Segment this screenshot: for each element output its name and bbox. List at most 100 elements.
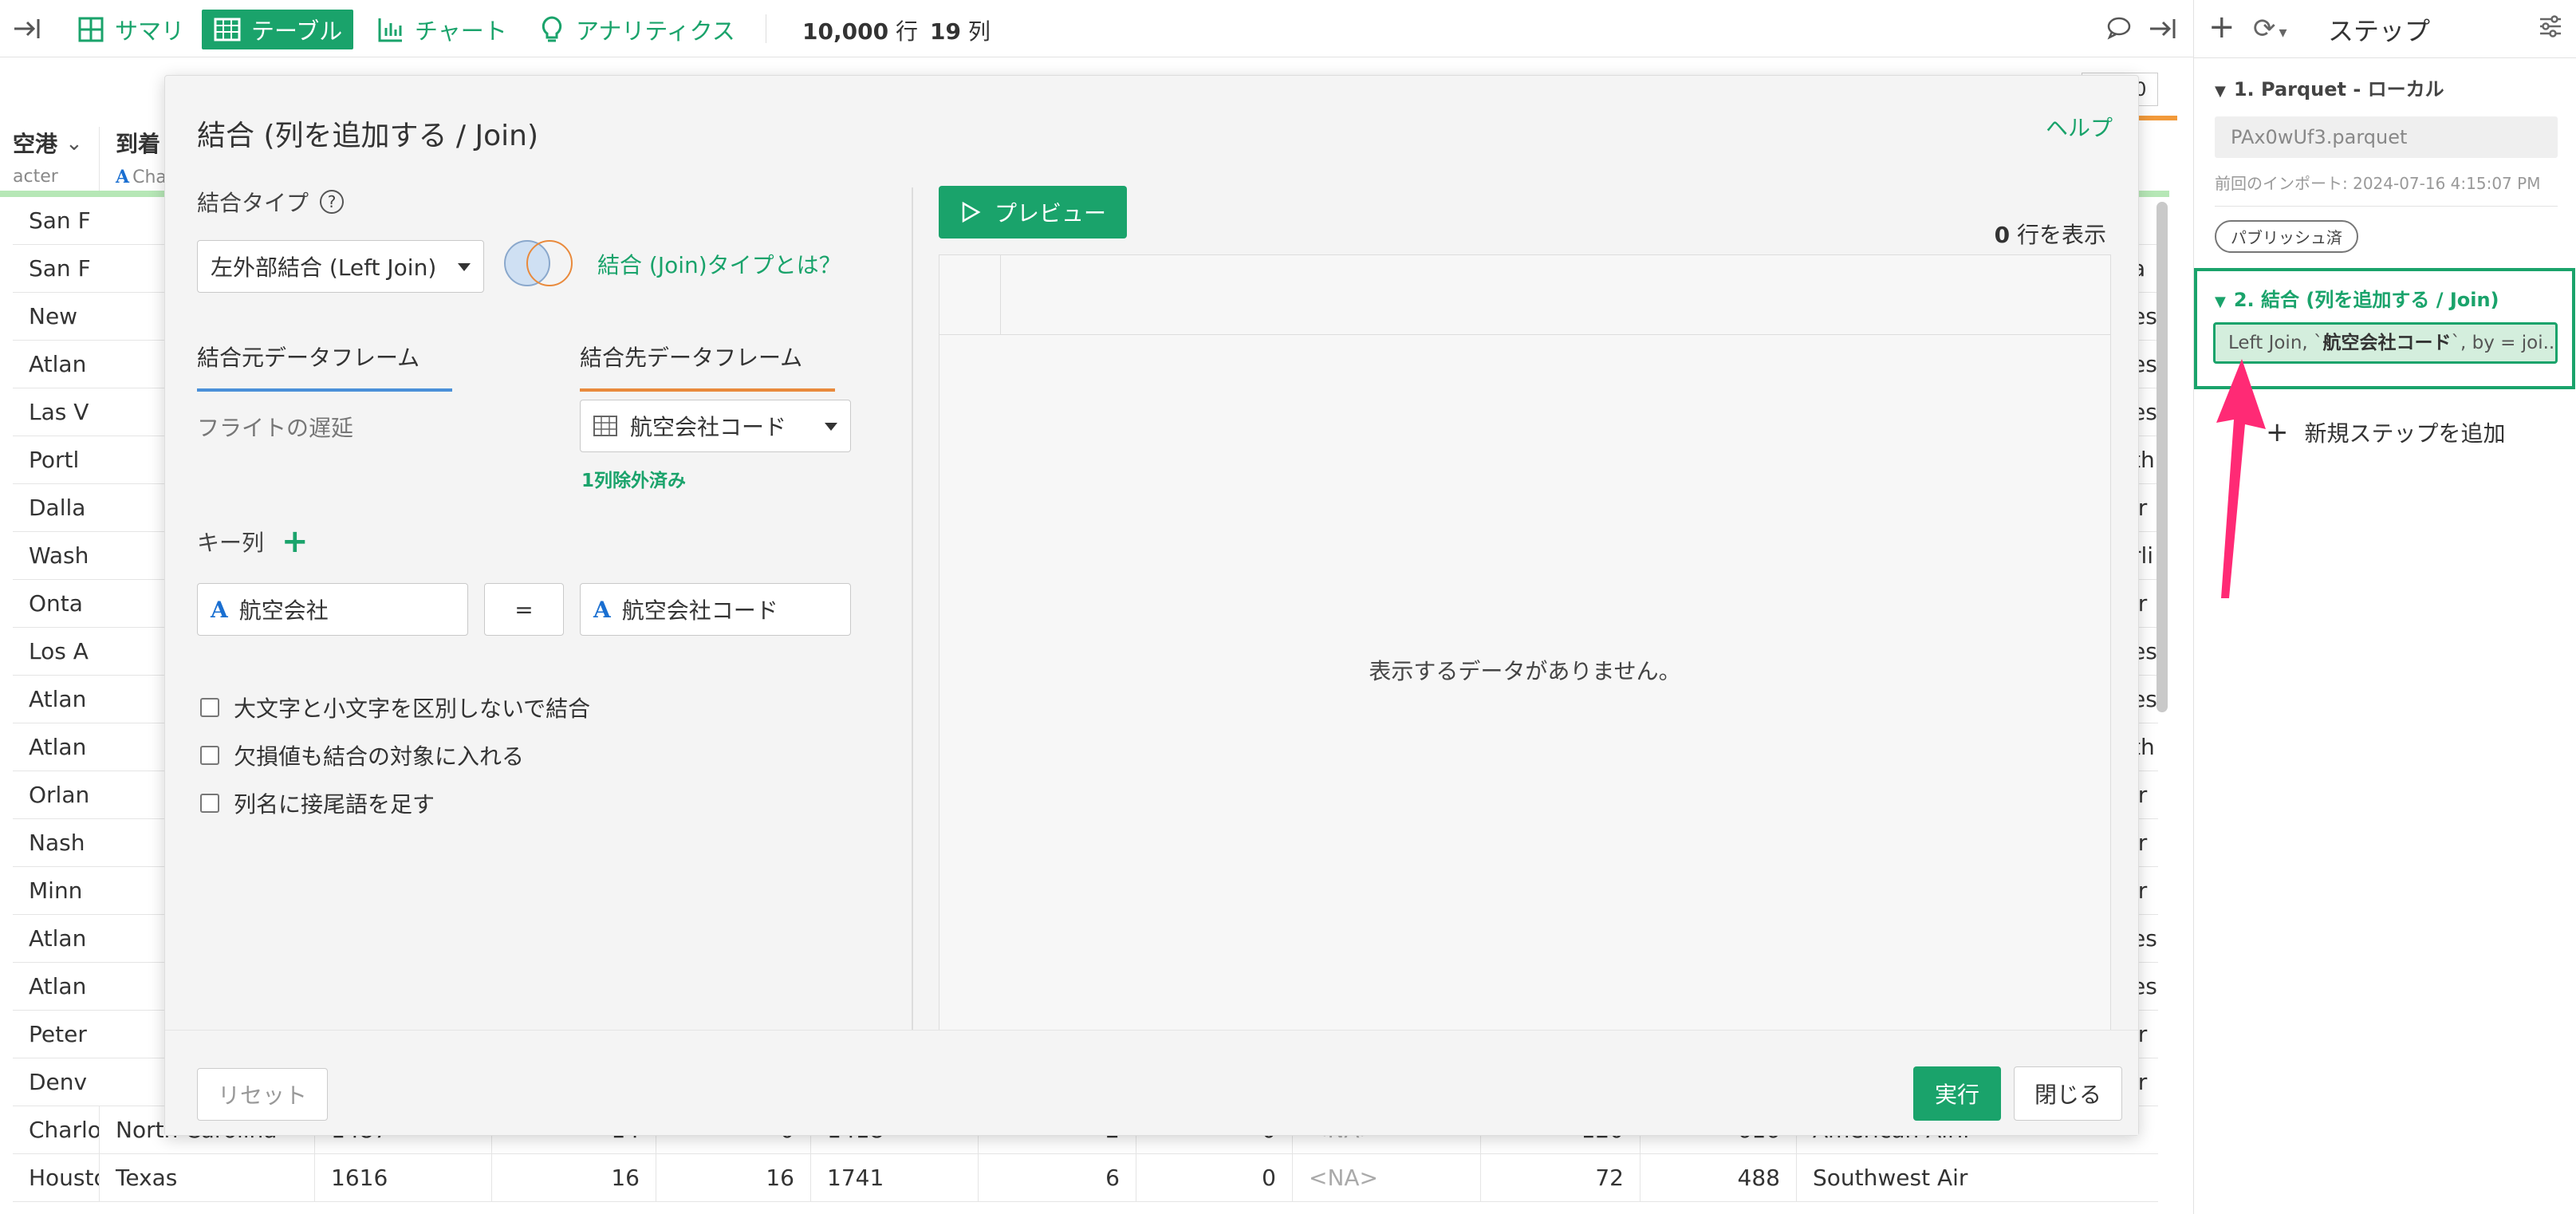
target-dataframe-tab[interactable]: 結合先データフレーム bbox=[580, 341, 835, 392]
join-type-select[interactable]: 左外部結合 (Left Join) bbox=[197, 240, 484, 293]
table-cell: 1741 bbox=[810, 1154, 978, 1202]
dropdown-caret-icon bbox=[458, 263, 471, 271]
run-button[interactable]: 実行 bbox=[1913, 1066, 2001, 1121]
empty-message: 表示するデータがありません。 bbox=[1369, 658, 1681, 684]
add-key-icon[interactable]: + bbox=[282, 526, 309, 558]
step-2-title: ▼ 2. 結合 (列を追加する / Join) bbox=[2215, 289, 2499, 311]
help-link[interactable]: ヘルプ bbox=[2046, 111, 2113, 143]
table-cell: San F bbox=[29, 255, 91, 282]
sidebar-divider-2 bbox=[2215, 206, 2558, 207]
join-type-label: 結合タイプ ? bbox=[197, 186, 345, 218]
key-columns-label: キー列 + bbox=[197, 526, 309, 558]
table-cell: New bbox=[29, 303, 78, 329]
step-1[interactable]: ▼ 1. Parquet - ローカル bbox=[2215, 73, 2558, 101]
vertical-scrollbar[interactable] bbox=[2157, 202, 2168, 712]
join-type-value: 左外部結合 (Left Join) bbox=[211, 254, 437, 281]
step-2-title-text: 2. 結合 (列を追加する / Join) bbox=[2233, 289, 2499, 311]
summary-icon bbox=[78, 17, 104, 42]
table-cell: 0 bbox=[1136, 1154, 1292, 1202]
table-cell: 488 bbox=[1640, 1154, 1796, 1202]
table-cell: Peter bbox=[29, 1021, 87, 1047]
play-icon bbox=[962, 201, 981, 223]
table-cell: Charlotte bbox=[29, 1117, 99, 1143]
checkbox[interactable] bbox=[200, 794, 219, 813]
character-type-icon: A bbox=[116, 167, 130, 187]
add-step-icon[interactable]: + bbox=[2208, 11, 2235, 43]
checkbox[interactable] bbox=[200, 746, 219, 765]
table-cell: <NA> bbox=[1292, 1154, 1480, 1202]
table-cell: Atlan bbox=[29, 973, 87, 999]
table-grid-icon bbox=[593, 416, 617, 436]
table-cell: Atlan bbox=[29, 351, 87, 377]
settings-sliders-icon[interactable] bbox=[2537, 13, 2564, 40]
preview-button-label: プレビュー bbox=[994, 200, 1106, 227]
row-count-value: 10,000 bbox=[802, 18, 889, 45]
column-header-airport[interactable]: 空港 acter ⌄ bbox=[13, 127, 96, 191]
table-cell: 6 bbox=[978, 1154, 1136, 1202]
source-dataframe-tab[interactable]: 結合元データフレーム bbox=[197, 341, 452, 392]
table-cell: Los A bbox=[29, 638, 89, 664]
steps-panel: + ⟳ ▾ ステップ ▼ 1. Parquet - ローカル PAx0wUf3.pa… bbox=[2193, 0, 2576, 1214]
dropdown-caret-icon bbox=[825, 423, 837, 431]
tab-table[interactable]: テーブル bbox=[202, 10, 354, 49]
option-add-suffix[interactable]: 列名に接尾語を足す bbox=[200, 787, 435, 819]
venn-diagram-icon bbox=[504, 240, 573, 286]
step-1-import-time: 前回のインポート: 2024-07-16 4:15:07 PM bbox=[2215, 174, 2541, 193]
table-cell: 16 bbox=[491, 1154, 656, 1202]
table-cell: Atlan bbox=[29, 734, 87, 760]
tab-chart[interactable]: チャート bbox=[365, 10, 518, 49]
key-left-value: 航空会社 bbox=[238, 597, 329, 624]
rows-shown-count: 0 bbox=[1994, 222, 2011, 248]
comment-icon[interactable] bbox=[2105, 14, 2133, 41]
tab-table-label: テーブル bbox=[251, 18, 343, 45]
lightbulb-icon bbox=[542, 16, 562, 42]
table-cell: Atlan bbox=[29, 925, 87, 952]
table-cell: Southwest Air bbox=[1796, 1154, 2099, 1202]
preview-table-header bbox=[939, 255, 2110, 335]
help-circle-icon[interactable]: ? bbox=[320, 190, 345, 214]
target-dataframe-select[interactable]: 航空会社コード bbox=[580, 400, 851, 452]
key-right-select[interactable]: A 航空会社コード bbox=[580, 583, 851, 636]
table-cell: Orlan bbox=[29, 782, 90, 808]
published-badge: パブリッシュ済 bbox=[2215, 220, 2358, 253]
preview-button[interactable]: プレビュー bbox=[939, 186, 1127, 238]
panel-divider bbox=[912, 187, 913, 1111]
table-cell: Houston bbox=[29, 1165, 99, 1191]
table-cell: Nash bbox=[29, 830, 85, 856]
key-left-select[interactable]: A 航空会社 bbox=[197, 583, 468, 636]
expand-panel-icon[interactable] bbox=[2147, 13, 2179, 45]
target-dataframe-value: 航空会社コード bbox=[630, 414, 787, 440]
character-type-icon: A bbox=[593, 596, 611, 623]
dialog-title: 結合 (列を追加する / Join) bbox=[197, 120, 539, 152]
key-right-value: 航空会社コード bbox=[621, 597, 778, 624]
chevron-down-icon[interactable]: ⌄ bbox=[65, 132, 83, 156]
character-type-icon: A bbox=[211, 596, 228, 623]
collapse-sidebar-icon[interactable] bbox=[11, 13, 43, 45]
option-case-insensitive[interactable]: 大文字と小文字を区別しないで結合 bbox=[200, 692, 590, 723]
option-include-na[interactable]: 欠損値も結合の対象に入れる bbox=[200, 739, 524, 771]
step-1-title: ▼ 1. Parquet - ローカル bbox=[2215, 78, 2444, 101]
table-cell: 72 bbox=[1480, 1154, 1640, 1202]
add-new-step[interactable]: + 新規ステップを追加 bbox=[2266, 416, 2506, 448]
checkbox[interactable] bbox=[200, 698, 219, 717]
key-columns-label-text: キー列 bbox=[197, 530, 265, 556]
preview-table-index-column bbox=[1000, 255, 1001, 335]
table-cell: Onta bbox=[29, 590, 83, 617]
column-count-unit: 列 bbox=[967, 18, 991, 45]
row-count-unit: 行 bbox=[895, 18, 918, 45]
column-count: 19 列 bbox=[930, 14, 991, 46]
table-cell: Atlan bbox=[29, 686, 87, 712]
table-cell: Portl bbox=[29, 447, 80, 473]
join-type-info-link[interactable]: 結合 (Join)タイプとは？ bbox=[597, 248, 841, 280]
reset-button[interactable]: リセット bbox=[197, 1068, 328, 1121]
close-button[interactable]: 閉じる bbox=[2014, 1066, 2122, 1121]
excluded-columns-note[interactable]: 1列除外済み bbox=[581, 465, 686, 492]
step-1-file: PAx0wUf3.parquet bbox=[2215, 116, 2558, 158]
preview-table: 表示するデータがありません。 bbox=[939, 254, 2111, 1111]
tab-analytics[interactable]: アナリティクス bbox=[526, 10, 746, 49]
step-2-detail-suffix: `, by = joi... bbox=[2451, 333, 2558, 353]
refresh-icon[interactable]: ⟳ ▾ bbox=[2253, 13, 2301, 45]
join-type-label-text: 結合タイプ bbox=[197, 190, 309, 216]
tab-chart-label: チャート bbox=[415, 18, 507, 45]
tab-summary[interactable]: サマリ bbox=[65, 10, 195, 49]
